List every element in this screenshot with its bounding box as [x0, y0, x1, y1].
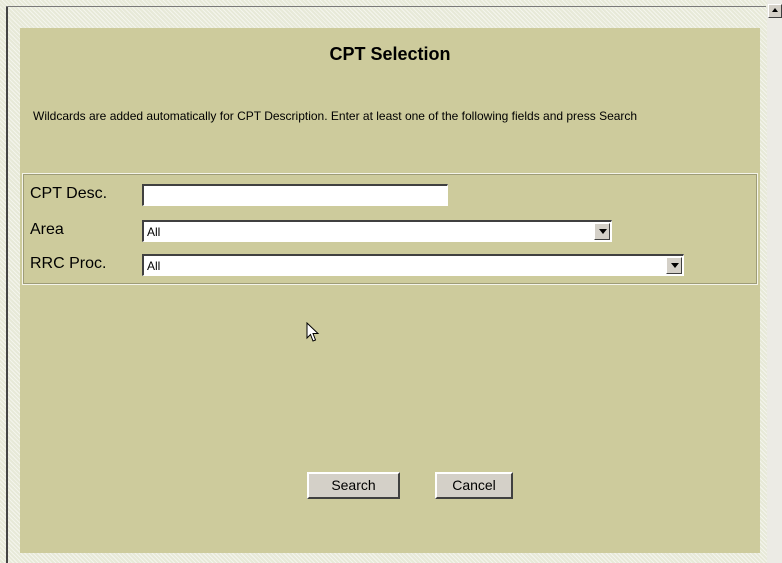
- rrc-proc-label: RRC Proc.: [30, 255, 107, 272]
- window-top-border: [6, 6, 766, 7]
- cpt-desc-label: CPT Desc.: [30, 185, 108, 202]
- window-left-border: [6, 6, 8, 563]
- search-button[interactable]: Search: [307, 472, 400, 499]
- instructions-text: Wildcards are added automatically for CP…: [33, 109, 638, 123]
- vertical-scrollbar[interactable]: [767, 0, 782, 563]
- cancel-button[interactable]: Cancel: [435, 472, 513, 499]
- page-title: CPT Selection: [329, 44, 451, 64]
- chevron-down-icon[interactable]: [666, 257, 682, 274]
- area-select-value: All: [147, 225, 161, 239]
- area-select[interactable]: All: [142, 220, 612, 242]
- cpt-desc-input[interactable]: [142, 184, 448, 206]
- mouse-pointer-icon: [306, 322, 320, 342]
- chevron-down-icon[interactable]: [594, 223, 610, 240]
- cpt-selection-panel: CPT Selection Wildcards are added automa…: [20, 28, 760, 553]
- rrc-proc-select[interactable]: All: [142, 254, 684, 276]
- rrc-proc-select-value: All: [147, 259, 161, 273]
- area-label: Area: [30, 221, 64, 238]
- scroll-up-arrow-icon[interactable]: [768, 4, 782, 18]
